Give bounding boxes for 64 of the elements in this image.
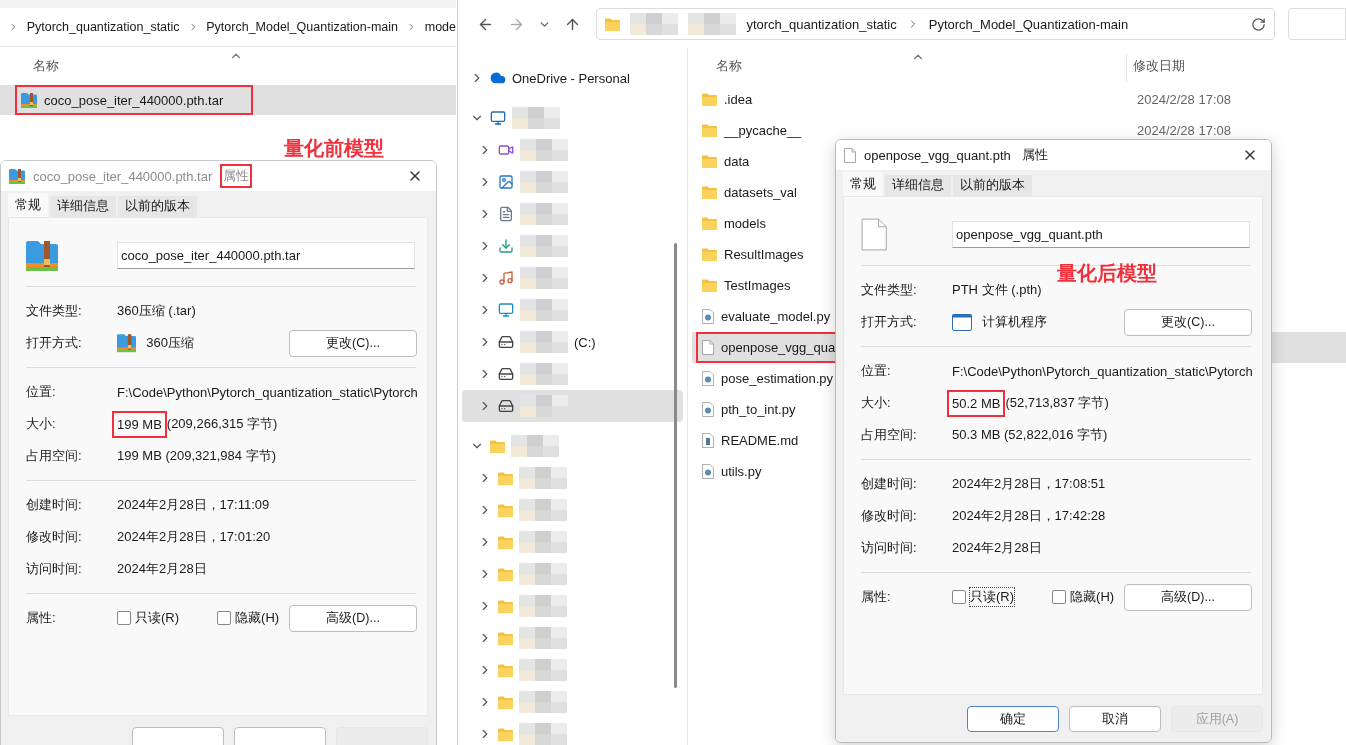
file-name: pth_to_int.py [721, 402, 796, 417]
size-value: 199 MB [112, 410, 167, 438]
file-name: openpose_vgg_qua [721, 340, 836, 355]
field-value: F:\Code\Python\Pytorch_quantization_static\Pytorch [952, 363, 1253, 379]
file-name: utils.py [721, 464, 762, 479]
file-name: data [724, 154, 750, 169]
field-label: 位置: [861, 362, 892, 380]
nav-label: (C:) [574, 334, 596, 350]
file-name: __pycache__ [724, 123, 802, 138]
checkbox-label: 隐藏(H) [1070, 588, 1115, 606]
file-name: .idea [724, 92, 753, 107]
modified-date: 2024/2/28 17:08 [1137, 92, 1231, 107]
annotation-text: 量化后模型 [1057, 261, 1157, 286]
field-label: 位置: [26, 383, 57, 401]
field-label: 打开方式: [861, 313, 918, 331]
file-name: datasets_val [724, 185, 797, 200]
file-name: evaluate_model.py [721, 309, 831, 324]
window-title: openpose_vgg_quant.pth [864, 147, 1011, 163]
field-label: 修改时间: [26, 528, 83, 546]
file-name: README.md [721, 433, 799, 448]
field-label: 占用空间: [861, 426, 918, 444]
field-value: 360压缩 (.tar) [117, 302, 196, 320]
field-value: 2024年2月28日，17:11:09 [117, 496, 270, 514]
field-label: 创建时间: [861, 475, 918, 493]
modified-date: 2024/2/28 17:08 [1137, 123, 1231, 138]
checkbox-label: 只读(R) [135, 609, 180, 627]
checkbox-label: 只读(R) [970, 588, 1015, 606]
field-value: 50.3 MB (52,822,016 字节) [952, 426, 1108, 444]
field-label: 文件类型: [26, 302, 83, 320]
field-label: 占用空间: [26, 447, 83, 465]
size-value: 50.2 MB [947, 389, 1006, 417]
field-value: 2024年2月28日，17:08:51 [952, 475, 1106, 493]
field-label: 修改时间: [861, 507, 918, 525]
window-title-suffix: 属性 [1020, 146, 1049, 164]
file-name: TestImages [724, 278, 791, 293]
annotation-text: 量化前模型 [284, 136, 384, 161]
field-label: 属性: [26, 609, 57, 627]
field-value: 2024年2月28日，17:42:28 [952, 507, 1106, 525]
field-value: (52,713,837 字节) [1005, 394, 1109, 412]
nav-label: OneDrive - Personal [512, 70, 630, 86]
file-name: coco_pose_iter_440000.pth.tar [44, 92, 224, 108]
field-value: 2024年2月28日 [952, 539, 1042, 557]
checkbox-label: 隐藏(H) [235, 609, 280, 627]
field-label: 属性: [861, 588, 892, 606]
window-title-suffix: 属性 [220, 164, 253, 188]
field-label: 访问时间: [26, 560, 83, 578]
field-value: (209,266,315 字节) [166, 415, 278, 433]
field-label: 大小: [26, 415, 57, 433]
field-label: 创建时间: [26, 496, 83, 514]
field-value: F:\Code\Python\Pytorch_quantization_static\Pytorch [117, 384, 418, 400]
field-value: 360压缩 [146, 334, 194, 352]
field-label: 文件类型: [861, 281, 918, 299]
window-title: coco_pose_iter_440000.pth.tar [33, 168, 213, 184]
field-value: 199 MB (209,321,984 字节) [117, 447, 276, 465]
file-name: ResultImages [724, 247, 804, 262]
field-label: 访问时间: [861, 539, 918, 557]
field-value: 计算机程序 [982, 313, 1047, 331]
file-name: pose_estimation.py [721, 371, 833, 386]
field-label: 大小: [861, 394, 892, 412]
field-value: PTH 文件 (.pth) [952, 281, 1042, 299]
field-label: 打开方式: [26, 334, 83, 352]
field-value: 2024年2月28日，17:01:20 [117, 528, 271, 546]
file-name: models [724, 216, 766, 231]
field-value: 2024年2月28日 [117, 560, 207, 578]
